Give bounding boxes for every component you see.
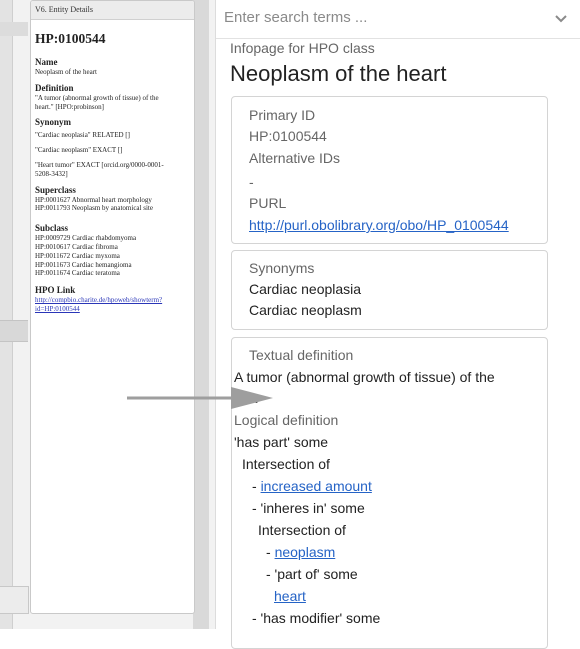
page-title: Neoplasm of the heart [230,61,447,86]
left-tab[interactable] [0,320,28,342]
entity-details-panel: V6. Entity Details HP:0100544 Name Neopl… [30,0,195,614]
subclass-item: HP:0009729 Cardiac rhabdomyoma [35,234,137,243]
logical-line: - neoplasm [266,544,335,560]
logical-definition-label: Logical definition [234,412,339,428]
arrow-icon [127,387,273,409]
left-tab[interactable] [0,22,28,36]
subclass-item: HP:0010617 Cardiac fibroma [35,242,118,251]
increased-amount-link[interactable]: increased amount [261,478,372,494]
subclass-item: HP:0011672 Cardiac myxoma [35,251,120,260]
superclass-item: HP:0011793 Neoplasm by anatomical site [35,204,153,213]
name-heading: Name [35,57,58,67]
infopage-pane: Infopage for HPO class Neoplasm of the h… [215,0,580,649]
entity-id: HP:0100544 [35,31,106,46]
purl-label: PURL [249,195,287,211]
scrollbar[interactable] [193,0,209,629]
definition-card: Textual definition A tumor (abnormal gro… [231,337,548,649]
bullet-dash: - [252,478,261,494]
synonym-item: 5208-3432] [35,169,68,178]
subclass-item: HP:0011674 Cardiac teratoma [35,269,120,278]
definition-text: heart." [HPO:probinson] [35,102,104,111]
synonym-item: Cardiac neoplasia [249,281,362,297]
definition-heading: Definition [35,82,74,93]
synonym-item: "Cardiac neoplasia" RELATED [] [35,131,130,140]
synonym-item: "Heart tumor" EXACT [orcid.org/0000-0001… [35,160,164,169]
logical-line: Intersection of [258,522,346,538]
infopage-label: Infopage for HPO class [230,40,375,56]
logical-line: - 'part of' some [266,566,358,582]
panel-title: V6. Entity Details [31,1,194,20]
logical-line: - 'inheres in' some [252,500,365,516]
alt-ids-value: - [249,174,254,190]
logical-line: Intersection of [242,456,330,472]
logical-line: - increased amount [252,478,372,494]
neoplasm-link[interactable]: neoplasm [275,544,336,560]
subclass-item: HP:0011673 Cardiac hemangioma [35,260,132,269]
name-value: Neoplasm of the heart [35,68,98,76]
alt-ids-label: Alternative IDs [249,150,341,166]
search-bar [216,0,580,39]
chevron-down-icon[interactable] [554,12,568,26]
purl-link[interactable]: http://purl.obolibrary.org/obo/HP_010054… [249,217,509,233]
synonym-item: Cardiac neoplasm [249,302,362,318]
heart-link[interactable]: heart [274,588,306,604]
left-edge-strip [0,0,13,629]
hpo-link[interactable]: id=HP:0100544 [35,305,190,314]
subclass-heading: Subclass [35,223,69,234]
bullet-dash: - [266,544,275,560]
left-tab[interactable] [0,586,29,614]
ids-card: Primary ID HP:0100544 Alternative IDs - … [231,96,548,244]
synonym-item: "Cardiac neoplasm" EXACT [] [35,146,123,155]
superclass-item: HP:0001627 Abnormal heart morphology [35,195,152,204]
synonyms-card: Synonyms Cardiac neoplasia Cardiac neopl… [231,250,548,330]
primary-id-value: HP:0100544 [249,128,327,144]
hpo-link[interactable]: http://compbio.charite.de/hpoweb/showter… [35,296,190,305]
textual-definition-text: A tumor (abnormal growth of tissue) of t… [234,369,495,385]
definition-text: "A tumor (abnormal growth of tissue) of … [35,93,159,102]
search-input[interactable] [224,5,534,29]
primary-id-label: Primary ID [249,107,316,123]
synonym-heading: Synonym [35,117,72,128]
superclass-heading: Superclass [35,184,76,195]
synonyms-label: Synonyms [249,260,315,276]
logical-line: 'has part' some [234,434,329,450]
textual-definition-label: Textual definition [249,347,354,363]
hpo-link-heading: HPO Link [35,285,76,296]
logical-line: - 'has modifier' some [252,610,381,626]
